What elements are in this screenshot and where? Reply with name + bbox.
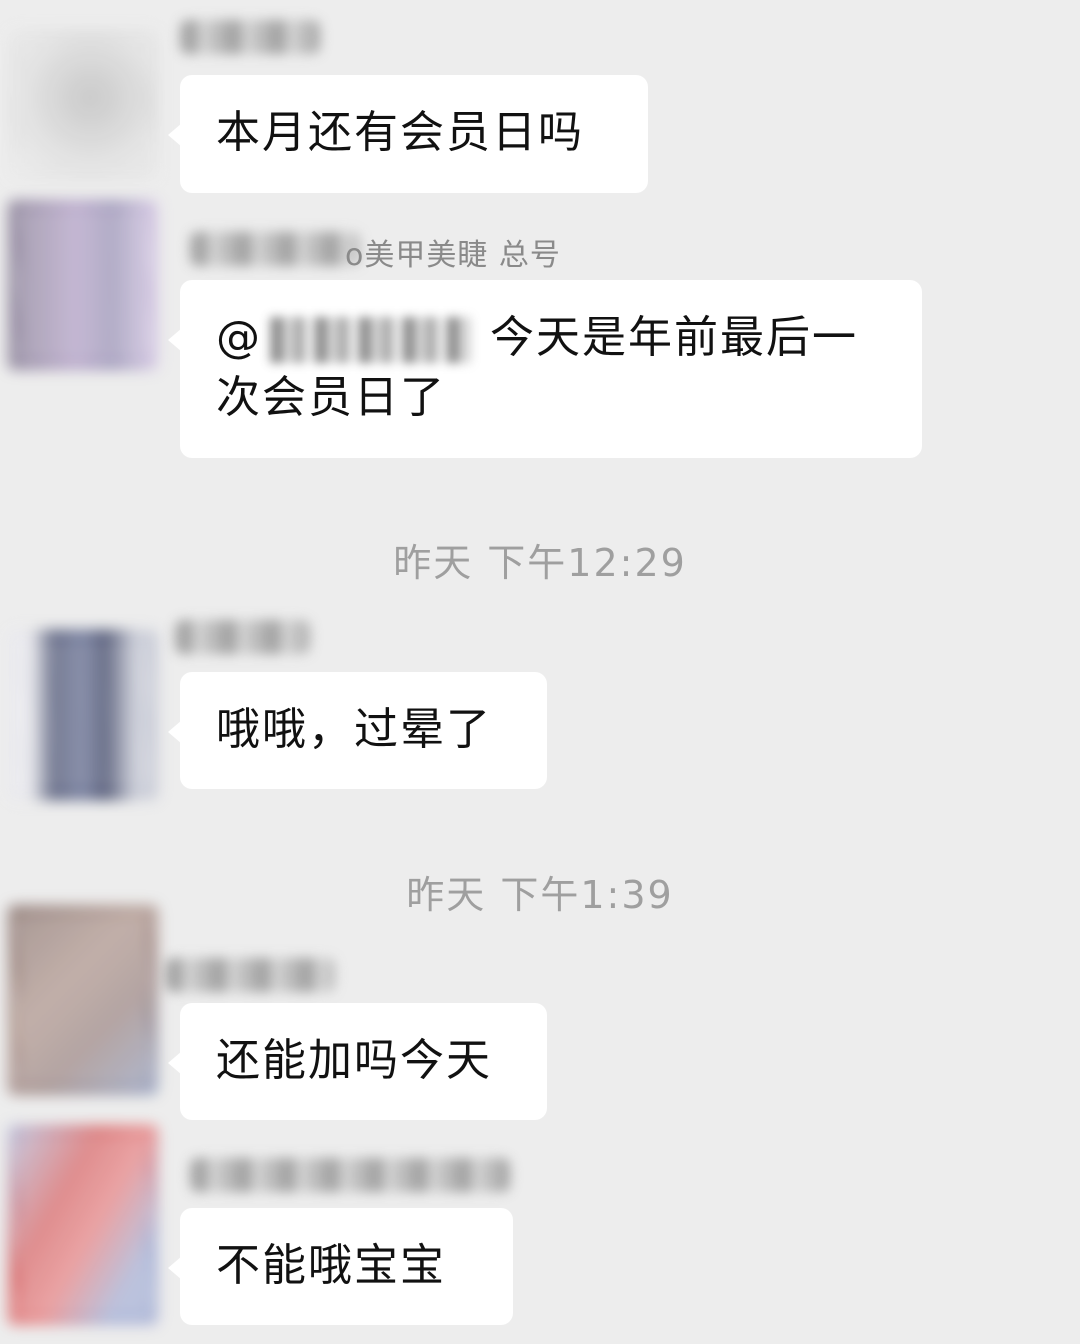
sender-name-blurred (190, 1158, 510, 1192)
avatar[interactable] (8, 630, 158, 800)
sender-name-blurred (165, 958, 335, 992)
message-text: 次会员日了 (216, 372, 446, 423)
message-bubble[interactable]: @ 今天是年前最后一 次会员日了 (168, 280, 922, 458)
message-text: 哦哦，过晕了 (216, 704, 492, 755)
timestamp: 昨天 下午12:29 (393, 541, 687, 585)
message-bubble[interactable]: 不能哦宝宝 (168, 1208, 513, 1325)
sender-name: o美甲美睫 总号 (345, 238, 561, 273)
message-text: 本月还有会员日吗 (216, 107, 584, 158)
sender-name-blurred (180, 20, 320, 54)
chat-window: 本月还有会员日吗 o美甲美睫 总号 @ 今天是年前最后一 次会员日了 昨天 下午1… (0, 0, 1080, 1344)
sender-name-blurred (175, 620, 310, 654)
avatar[interactable] (8, 200, 158, 370)
message-bubble[interactable]: 还能加吗今天 (168, 1003, 547, 1120)
mention-symbol: @ (216, 312, 262, 363)
avatar[interactable] (8, 1125, 158, 1325)
message-text: 今天是年前最后一 (490, 312, 858, 363)
message-text: 不能哦宝宝 (216, 1240, 446, 1291)
message-bubble[interactable]: 本月还有会员日吗 (168, 75, 648, 193)
message-bubble[interactable]: 哦哦，过晕了 (168, 672, 547, 789)
sender-name-blurred (190, 232, 360, 266)
mention-name-blurred[interactable] (270, 317, 470, 363)
message-text: 还能加吗今天 (216, 1035, 492, 1086)
avatar[interactable] (8, 905, 158, 1095)
message-line: 次会员日了 (216, 368, 886, 428)
avatar[interactable] (8, 30, 158, 180)
message-line: @ 今天是年前最后一 (216, 308, 886, 368)
timestamp: 昨天 下午1:39 (406, 873, 674, 917)
